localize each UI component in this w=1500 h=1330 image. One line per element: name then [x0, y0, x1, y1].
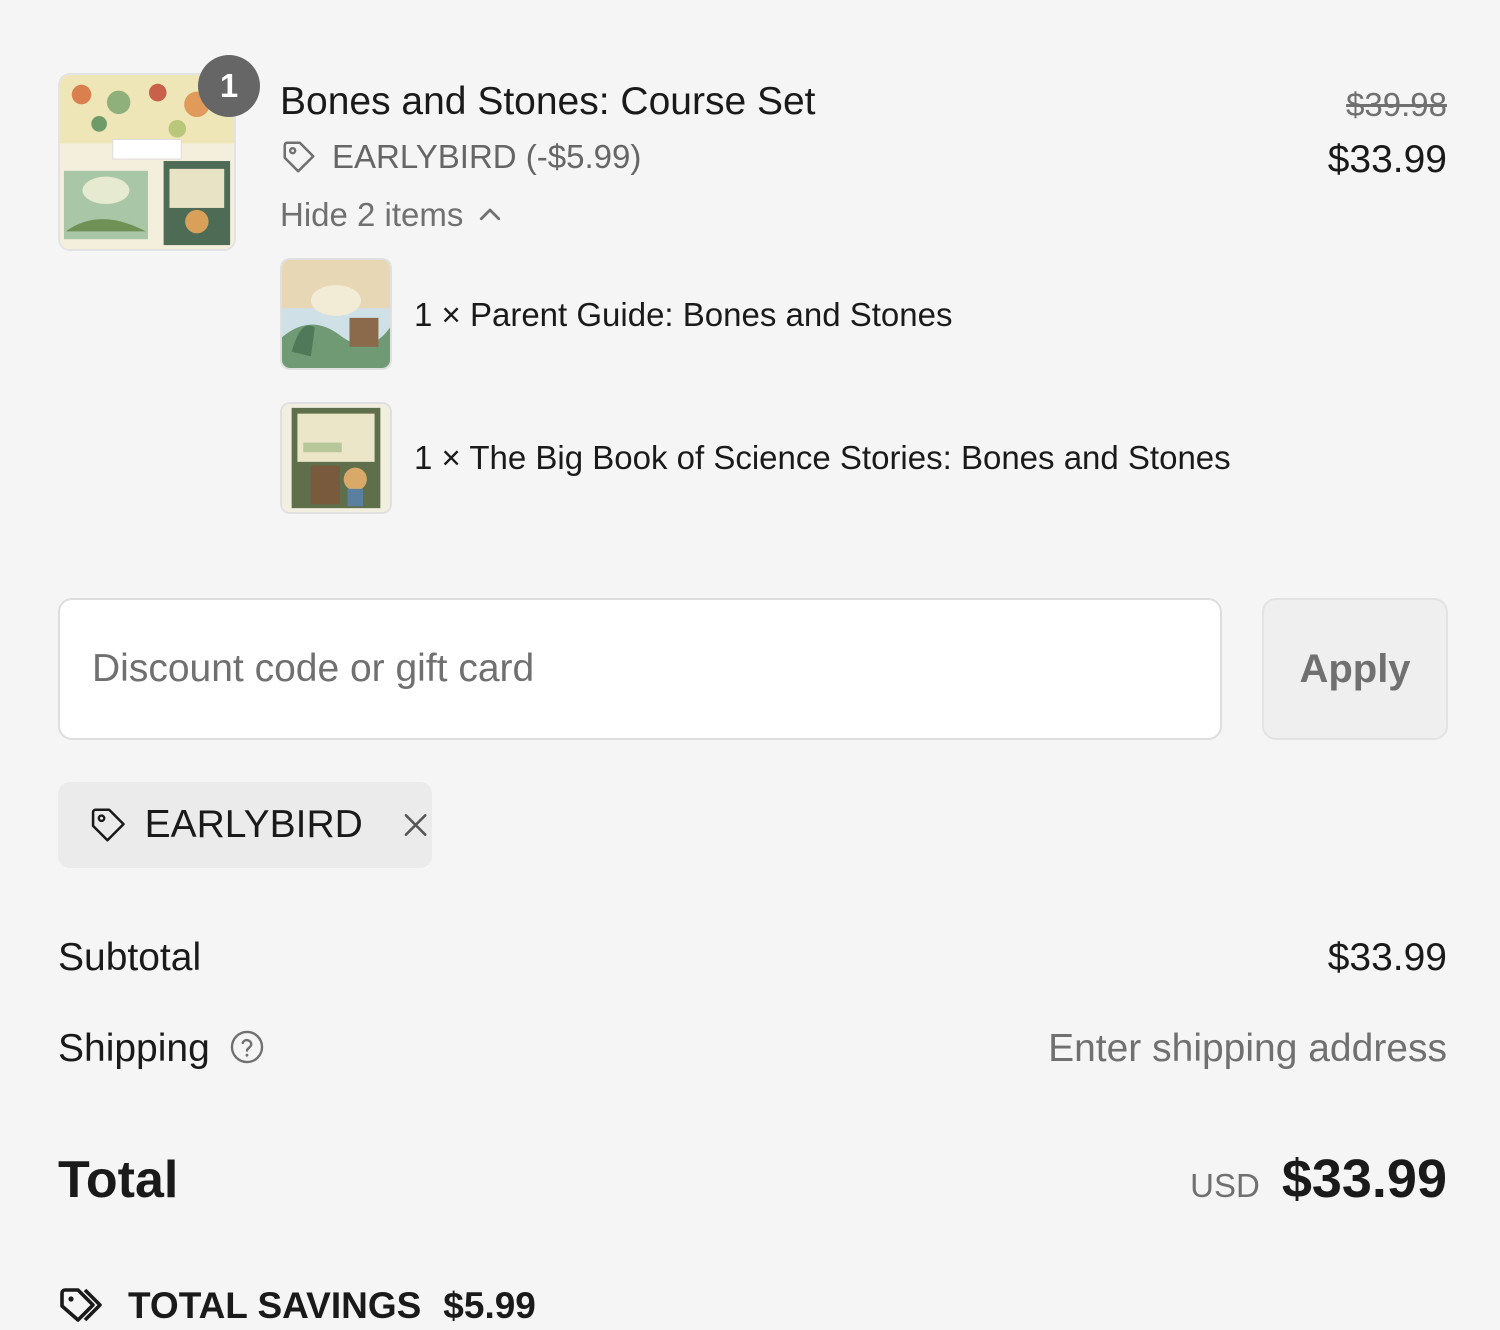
shipping-value: Enter shipping address: [1048, 1027, 1447, 1070]
applied-discount-chip: EARLYBIRD: [58, 782, 432, 868]
discounted-price: $33.99: [1327, 138, 1447, 181]
discount-code-input[interactable]: [58, 598, 1222, 740]
bundle-item-thumbnail: [280, 402, 392, 514]
line-discount-text: EARLYBIRD (-$5.99): [332, 138, 642, 175]
subtotal-label: Subtotal: [58, 936, 202, 979]
hide-items-label: Hide 2 items: [280, 196, 464, 233]
help-circle-icon[interactable]: [228, 1028, 266, 1066]
hide-items-toggle[interactable]: Hide 2 items: [280, 196, 505, 234]
applied-discount-code: EARLYBIRD: [144, 803, 363, 846]
line-discount: EARLYBIRD (-$5.99): [280, 138, 641, 176]
chevron-up-icon: [480, 208, 501, 221]
big-book-image: [282, 404, 390, 512]
total-label: Total: [58, 1151, 179, 1209]
total-price: USD $33.99: [1190, 1148, 1447, 1210]
currency-code: USD: [1190, 1167, 1260, 1204]
tag-icon: [283, 141, 315, 173]
bundle-item-thumbnail: [280, 258, 392, 370]
apply-button[interactable]: Apply: [1262, 598, 1448, 740]
parent-guide-image: [282, 260, 390, 368]
bundle-item-label: 1 × Parent Guide: Bones and Stones: [414, 296, 953, 333]
shipping-label: Shipping: [58, 1027, 210, 1070]
close-icon[interactable]: [399, 807, 432, 843]
tags-icon: [60, 1288, 102, 1322]
product-title: Bones and Stones: Course Set: [280, 80, 816, 123]
subtotal-value: $33.99: [1327, 936, 1447, 979]
total-amount: $33.99: [1281, 1149, 1447, 1209]
bundle-item-label: 1 × The Big Book of Science Stories: Bon…: [414, 439, 1231, 476]
total-savings: TOTAL SAVINGS $5.99: [58, 1282, 536, 1330]
tag-icon: [91, 808, 125, 842]
original-price: $39.98: [1346, 86, 1447, 123]
quantity-badge: 1: [198, 55, 260, 117]
